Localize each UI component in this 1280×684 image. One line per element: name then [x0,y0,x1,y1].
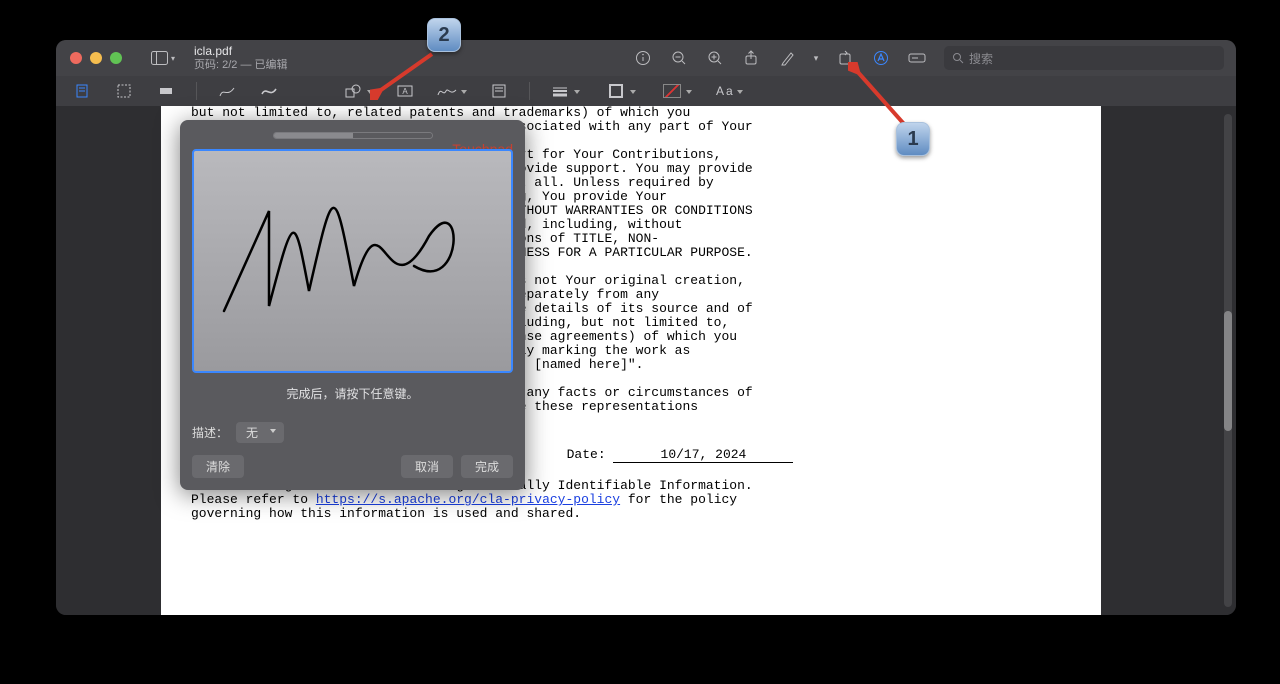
document-subtitle: 页码: 2/2 — 已编辑 [194,58,288,72]
signature-popover: 触控板 摄像头 Touchpad 完成后，请按下任意键。 描述： 无 清除 取消… [180,120,525,490]
signature-stroke [214,191,474,331]
info-icon[interactable] [629,44,657,72]
text-select-tool-icon[interactable] [70,79,94,103]
fill-color-icon[interactable] [660,79,684,103]
text-style-icon[interactable]: Aa [716,79,735,103]
date-value: 10/17, 2024 [613,448,793,463]
highlight-dropdown-icon[interactable]: ▾ [809,44,823,72]
scrollbar[interactable] [1224,114,1232,607]
zoom-out-icon[interactable] [665,44,693,72]
search-placeholder: 搜索 [969,50,993,67]
signature-canvas[interactable] [192,149,513,373]
redact-tool-icon[interactable] [154,79,178,103]
line-style-icon[interactable] [548,79,572,103]
clear-button[interactable]: 清除 [192,455,244,478]
shapes-tool-icon[interactable] [341,79,365,103]
callout-1-arrow [848,62,914,128]
document-title: icla.pdf [194,44,288,58]
highlight-icon[interactable] [773,44,801,72]
close-window-button[interactable] [70,52,82,64]
stroke-color-icon[interactable] [604,79,628,103]
sketch-tool-icon[interactable] [215,79,239,103]
note-tool-icon[interactable] [487,79,511,103]
description-select[interactable]: 无 [236,422,284,443]
tab-camera[interactable]: 摄像头 [353,133,432,139]
rect-select-tool-icon[interactable] [112,79,136,103]
zoom-in-icon[interactable] [701,44,729,72]
tab-trackpad[interactable]: 触控板 [274,133,353,139]
callout-2-arrow [370,50,440,100]
window-controls [70,52,122,64]
maximize-window-button[interactable] [110,52,122,64]
signature-hint: 完成后，请按下任意键。 [192,385,513,402]
description-label: 描述： [192,424,228,441]
search-field[interactable]: 搜索 [944,46,1224,70]
privacy-policy-link[interactable]: https://s.apache.org/cla-privacy-policy [316,492,620,507]
callout-1: 1 [896,122,930,156]
markup-toolbar: A Aa [56,76,1236,106]
done-button[interactable]: 完成 [461,455,513,478]
scrollbar-thumb[interactable] [1224,311,1232,431]
document-title-stack: icla.pdf 页码: 2/2 — 已编辑 [194,44,288,72]
signature-source-tabs: 触控板 摄像头 [273,132,433,139]
minimize-window-button[interactable] [90,52,102,64]
date-label: Date: [567,447,606,462]
draw-tool-icon[interactable] [257,79,281,103]
titlebar: ▾ icla.pdf 页码: 2/2 — 已编辑 ▾ [56,40,1236,76]
sidebar-toggle-icon[interactable]: ▾ [149,44,177,72]
cancel-button[interactable]: 取消 [401,455,453,478]
callout-2: 2 [427,18,461,52]
share-icon[interactable] [737,44,765,72]
